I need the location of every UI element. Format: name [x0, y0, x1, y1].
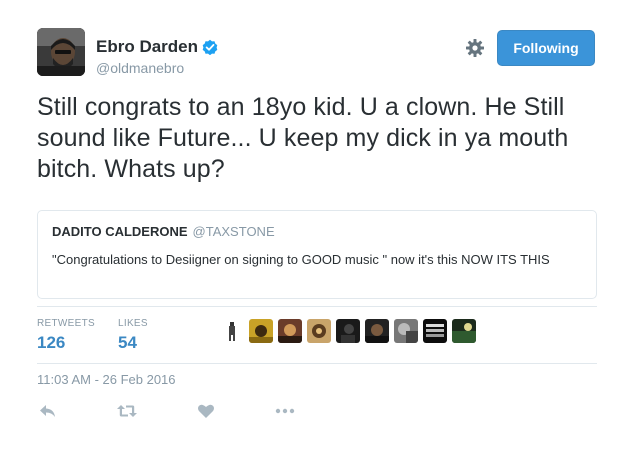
author-avatar[interactable] [37, 28, 85, 76]
tweet-stats: RETWEETS 126 LIKES 54 [37, 306, 597, 364]
liker-avatar[interactable] [423, 319, 447, 343]
likes-stat[interactable]: LIKES 54 [118, 318, 148, 353]
following-button[interactable]: Following [497, 30, 595, 66]
author-handle[interactable]: @oldmanebro [96, 60, 218, 76]
verified-badge-icon [202, 39, 218, 56]
likes-count: 54 [118, 333, 137, 352]
quoted-tweet[interactable]: DADITO CALDERONE @TAXSTONE "Congratulati… [37, 210, 597, 299]
liker-avatars [220, 319, 481, 343]
retweet-icon[interactable] [116, 400, 138, 422]
liker-avatar[interactable] [336, 319, 360, 343]
gear-icon[interactable] [465, 38, 485, 58]
liker-avatar[interactable] [249, 319, 273, 343]
retweets-stat[interactable]: RETWEETS 126 [37, 318, 95, 353]
quoted-author-handle: @TAXSTONE [192, 224, 275, 239]
liker-avatar[interactable] [365, 319, 389, 343]
quoted-tweet-text: "Congratulations to Desiigner on signing… [52, 252, 550, 267]
more-dots-icon[interactable] [274, 400, 296, 422]
liker-avatar[interactable] [452, 319, 476, 343]
liker-avatar[interactable] [307, 319, 331, 343]
author-name[interactable]: Ebro Darden [96, 37, 198, 57]
tweet-timestamp[interactable]: 11:03 AM - 26 Feb 2016 [37, 372, 176, 387]
tweet-header: Ebro Darden @oldmanebro Following [37, 28, 597, 80]
author-info: Ebro Darden @oldmanebro [96, 37, 218, 76]
reply-icon[interactable] [37, 400, 59, 422]
tweet-action-bar [37, 400, 296, 422]
tweet-text: Still congrats to an 18yo kid. U a clown… [37, 93, 569, 183]
liker-avatar[interactable] [220, 319, 244, 343]
likes-label: LIKES [118, 318, 148, 329]
retweets-label: RETWEETS [37, 318, 95, 329]
retweets-count: 126 [37, 333, 66, 352]
liker-avatar[interactable] [278, 319, 302, 343]
quoted-author-name: DADITO CALDERONE [52, 224, 188, 239]
like-heart-icon[interactable] [195, 400, 217, 422]
liker-avatar[interactable] [394, 319, 418, 343]
